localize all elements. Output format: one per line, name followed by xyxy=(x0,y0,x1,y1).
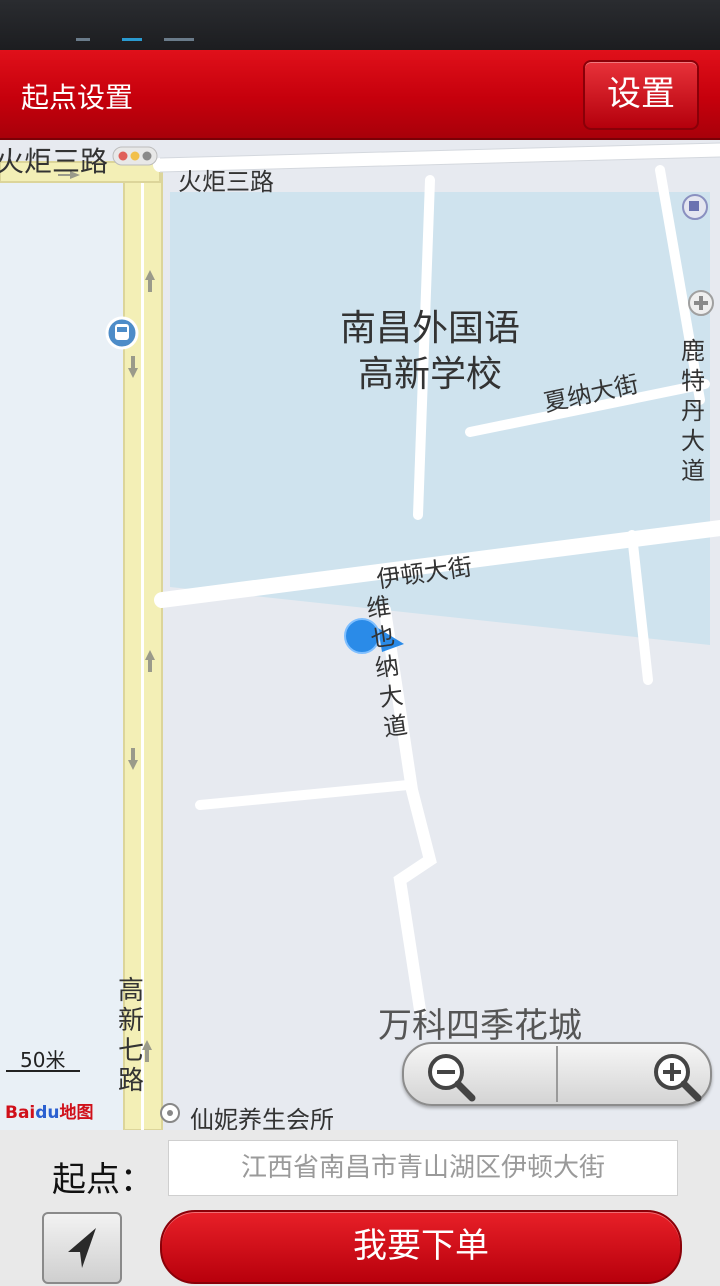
bottom-panel: 起点： 江西省南昌市青山湖区伊顿大街 我要下单 xyxy=(0,1130,720,1284)
zoom-out-icon xyxy=(428,1054,476,1102)
location-arrow-icon xyxy=(68,1228,96,1268)
zoom-in-icon xyxy=(654,1054,702,1102)
status-indicator xyxy=(122,38,142,41)
road-label: 鹿特丹大道 xyxy=(681,337,705,485)
poi-icon xyxy=(682,194,708,220)
scale-label: 50米 xyxy=(20,1048,66,1072)
origin-address-field[interactable]: 江西省南昌市青山湖区伊顿大街 xyxy=(168,1140,678,1196)
scale-bar xyxy=(6,1070,80,1072)
poi-icon xyxy=(160,1103,180,1123)
road-label: 火炬三路 xyxy=(178,168,274,196)
hospital-icon xyxy=(688,290,714,316)
map-label-area: 万科四季花城 xyxy=(378,1006,582,1046)
settings-button[interactable]: 设置 xyxy=(583,60,699,130)
map-canvas xyxy=(0,142,720,1130)
status-bar xyxy=(0,0,720,50)
logo-text: Bai xyxy=(5,1103,36,1123)
status-indicator xyxy=(164,38,194,41)
bus-stop-icon xyxy=(105,316,139,350)
school-name-line2: 高新学校 xyxy=(358,354,503,395)
school-name-line1: 南昌外国语 xyxy=(340,308,521,349)
zoom-out-button[interactable] xyxy=(404,1044,556,1104)
place-order-button[interactable]: 我要下单 xyxy=(160,1210,682,1284)
locate-button[interactable] xyxy=(42,1212,122,1284)
map-scale: 50米 xyxy=(6,1042,80,1072)
road-label: 火炬三路 xyxy=(0,145,109,178)
baidu-logo: Baidu地图 xyxy=(5,1098,94,1123)
title-bar: 起点设置 设置 xyxy=(0,50,720,140)
zoom-in-button[interactable] xyxy=(558,1044,710,1104)
road-label: 高新七路 xyxy=(118,976,145,1096)
map-label-school: 南昌外国语 高新学校 xyxy=(340,306,520,398)
traffic-light-icon xyxy=(112,146,158,166)
logo-text: 地图 xyxy=(59,1103,94,1123)
page-title: 起点设置 xyxy=(21,81,134,114)
map-label-poi: 仙妮养生会所 xyxy=(190,1106,334,1130)
map-view[interactable]: 火炬三路 火炬三路 南昌外国语 高新学校 夏纳大街 鹿特丹大道 伊顿大街 维也纳… xyxy=(0,140,720,1130)
zoom-control xyxy=(402,1042,712,1106)
park-area xyxy=(0,180,125,1130)
origin-label: 起点： xyxy=(52,1160,154,1200)
status-indicator xyxy=(76,38,90,41)
logo-text: du xyxy=(35,1103,60,1123)
